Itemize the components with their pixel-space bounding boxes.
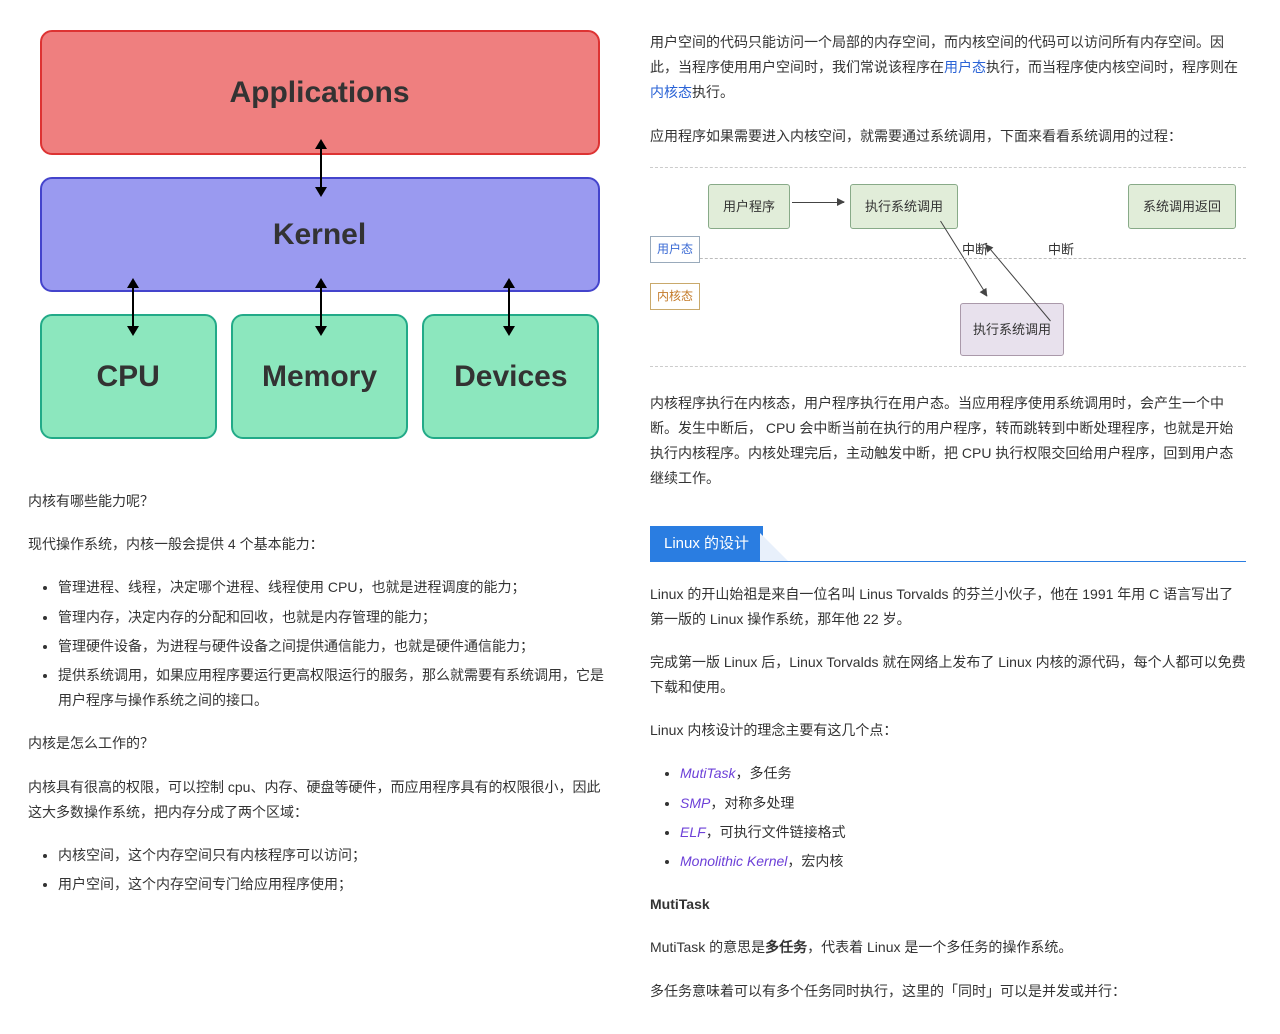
left-column: Applications Kernel CPU Memory Devices 内… [0,0,640,1034]
syscall-diagram: 用户程序 执行系统调用 系统调用返回 执行系统调用 中断 中断 用户态 内核态 [650,167,1246,367]
section-title: Linux 的设计 [650,526,763,561]
list-item: Monolithic Kernel，宏内核 [680,849,1246,874]
concepts-list: MutiTask，多任务 SMP，对称多处理 ELF，可执行文件链接格式 Mon… [650,761,1246,874]
diagram-apps-box: Applications [40,30,600,155]
list-item: SMP，对称多处理 [680,791,1246,816]
paragraph: 内核是怎么工作的？ [28,731,611,756]
kernel-mode-link[interactable]: 内核态 [650,84,692,100]
paragraph: 内核有哪些能力呢？ [28,489,611,514]
arrow-icon [508,287,510,327]
abilities-list: 管理进程、线程，决定哪个进程、线程使用 CPU，也就是进程调度的能力； 管理内存… [28,575,611,713]
arrow-icon [320,287,322,327]
list-item: MutiTask，多任务 [680,761,1246,786]
wedge-icon [760,533,788,561]
arrow-icon [320,148,322,188]
paragraph: 多任务意味着可以有多个任务同时执行，这里的「同时」可以是并发或并行： [650,979,1246,1004]
list-item: 管理硬件设备，为进程与硬件设备之间提供通信能力，也就是硬件通信能力； [58,634,611,659]
paragraph: MutiTask 的意思是多任务，代表着 Linux 是一个多任务的操作系统。 [650,935,1246,960]
list-item: 管理进程、线程，决定哪个进程、线程使用 CPU，也就是进程调度的能力； [58,575,611,600]
list-item: 用户空间，这个内存空间专门给应用程序使用； [58,872,611,897]
list-item: ELF，可执行文件链接格式 [680,820,1246,845]
arrow-icon [132,287,134,327]
user-mode-label: 用户态 [650,236,700,264]
regions-list: 内核空间，这个内存空间只有内核程序可以访问； 用户空间，这个内存空间专门给应用程… [28,843,611,897]
kernel-layers-diagram: Applications Kernel CPU Memory Devices [40,30,600,439]
paragraph: 内核程序执行在内核态，用户程序执行在用户态。当应用程序使用系统调用时，会产生一个… [650,391,1246,492]
paragraph: 现代操作系统，内核一般会提供 4 个基本能力： [28,532,611,557]
node-exec-syscall-kernel: 执行系统调用 [960,303,1064,356]
section-header: Linux 的设计 [650,532,1246,562]
list-item: 管理内存，决定内存的分配和回收，也就是内存管理的能力； [58,605,611,630]
paragraph: 应用程序如果需要进入内核空间，就需要通过系统调用，下面来看看系统调用的过程： [650,124,1246,149]
user-mode-link[interactable]: 用户态 [944,59,986,75]
paragraph: 完成第一版 Linux 后，Linux Torvalds 就在网络上发布了 Li… [650,650,1246,700]
arrow-icon [792,202,844,203]
kernel-mode-label: 内核态 [650,283,700,311]
paragraph: Linux 的开山始祖是来自一位名叫 Linus Torvalds 的芬兰小伙子… [650,582,1246,632]
right-column: 用户空间的代码只能访问一个局部的内存空间，而内核空间的代码可以访问所有内存空间。… [640,0,1280,1034]
subheading: MutiTask [650,892,1246,917]
list-item: 内核空间，这个内存空间只有内核程序可以访问； [58,843,611,868]
paragraph: 用户空间的代码只能访问一个局部的内存空间，而内核空间的代码可以访问所有内存空间。… [650,30,1246,106]
node-user-program: 用户程序 [708,184,790,229]
list-item: 提供系统调用，如果应用程序要运行更高权限运行的服务，那么就需要有系统调用，它是用… [58,663,611,713]
node-syscall-return: 系统调用返回 [1128,184,1236,229]
paragraph: 内核具有很高的权限，可以控制 cpu、内存、硬盘等硬件，而应用程序具有的权限很小… [28,775,611,825]
paragraph: Linux 内核设计的理念主要有这几个点： [650,718,1246,743]
divider [650,258,1246,259]
